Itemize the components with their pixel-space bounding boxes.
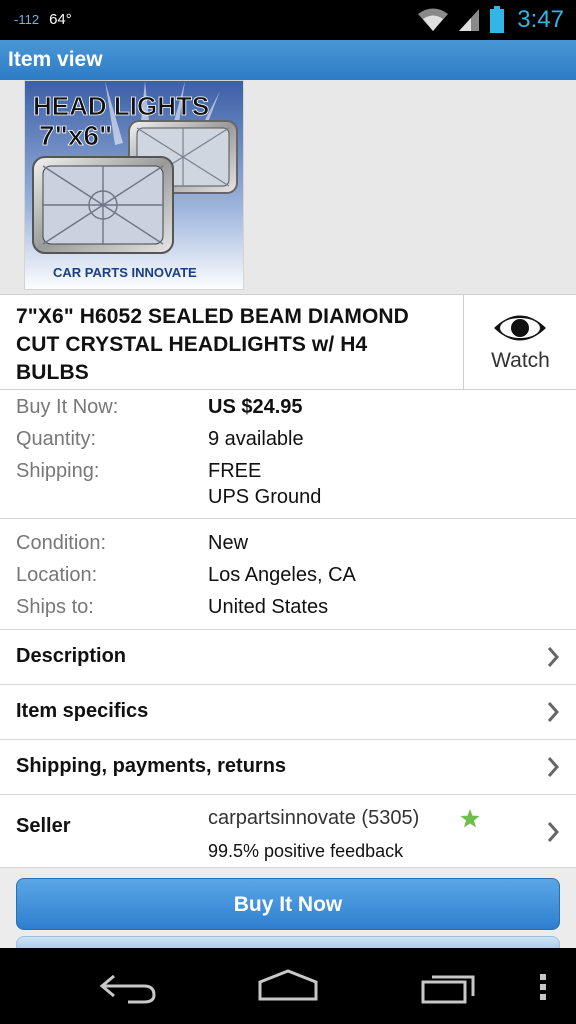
temperature-text: 64° (49, 11, 72, 28)
shipping-cost: FREE (208, 460, 262, 482)
cell-signal-icon (459, 9, 480, 31)
seller-feedback: 99.5% positive feedback (208, 841, 404, 861)
buy-it-now-label: Buy It Now: (16, 396, 119, 418)
description-row[interactable]: Description (0, 630, 576, 685)
item-specifics-row[interactable]: Item specifics (0, 685, 576, 740)
battery-icon (490, 6, 505, 33)
image-title-text: HEAD LIGHTS (33, 91, 209, 121)
shipping-payments-returns-label: Shipping, payments, returns (16, 755, 287, 777)
signal-strength-text: -112 (14, 12, 40, 27)
headlight-photo: HEAD LIGHTS 7"x6" CAR PARTS INNOVATE (25, 81, 243, 289)
page-title: Item view (8, 48, 103, 71)
action-bar: Item view (0, 40, 576, 80)
image-brand-text: CAR PARTS INNOVATE (53, 265, 197, 280)
item-photo[interactable]: HEAD LIGHTS 7"x6" CAR PARTS INNOVATE (24, 80, 244, 290)
wifi-icon (418, 8, 449, 31)
eye-icon (494, 315, 546, 341)
chevron-right-icon (547, 757, 560, 777)
chevron-right-icon (547, 822, 560, 842)
condition-label: Condition: (16, 532, 107, 554)
action-area: Buy It Now (0, 868, 576, 950)
location-value: Los Angeles, CA (208, 564, 356, 586)
ships-to-value: United States (208, 596, 329, 618)
status-right: 3:47 (417, 4, 564, 36)
item-image-area: HEAD LIGHTS 7"x6" CAR PARTS INNOVATE (0, 80, 576, 294)
item-specifics-label: Item specifics (16, 700, 149, 722)
condition-value: New (208, 532, 249, 554)
chevron-right-icon (547, 647, 560, 667)
chevron-right-icon (547, 702, 560, 722)
recent-apps-icon[interactable] (420, 970, 478, 1004)
seller-name: carpartsinnovate (5305) (208, 807, 420, 829)
star-icon (460, 809, 480, 828)
quantity-label: Quantity: (16, 428, 97, 450)
item-title-row: 7"X6" H6052 SEALED BEAM DIAMOND CUT CRYS… (0, 294, 576, 390)
description-label: Description (16, 645, 127, 667)
shipping-payments-returns-row[interactable]: Shipping, payments, returns (0, 740, 576, 795)
watch-button[interactable]: Watch (463, 295, 576, 389)
seller-row[interactable]: Seller carpartsinnovate (5305) 99.5% pos… (0, 795, 576, 868)
seller-label: Seller (16, 815, 71, 837)
clock: 3:47 (517, 6, 564, 33)
system-nav-bar (0, 948, 576, 1024)
buy-it-now-button[interactable]: Buy It Now (16, 878, 560, 930)
shipping-label: Shipping: (16, 460, 100, 482)
status-left: -112 64° (14, 11, 72, 28)
shipping-method: UPS Ground (208, 486, 322, 508)
home-icon[interactable] (256, 968, 320, 1002)
item-title: 7"X6" H6052 SEALED BEAM DIAMOND CUT CRYS… (16, 305, 409, 384)
back-icon[interactable] (98, 970, 158, 1004)
watch-label: Watch (491, 349, 550, 372)
quantity-value: 9 available (208, 428, 304, 450)
overflow-menu-icon[interactable] (538, 972, 548, 1002)
status-bar: -112 64° 3:47 (0, 0, 576, 40)
image-size-text: 7"x6" (39, 120, 112, 151)
ships-to-label: Ships to: (16, 596, 94, 618)
location-label: Location: (16, 564, 98, 586)
price-value: US $24.95 (208, 396, 303, 418)
divider (0, 518, 576, 519)
